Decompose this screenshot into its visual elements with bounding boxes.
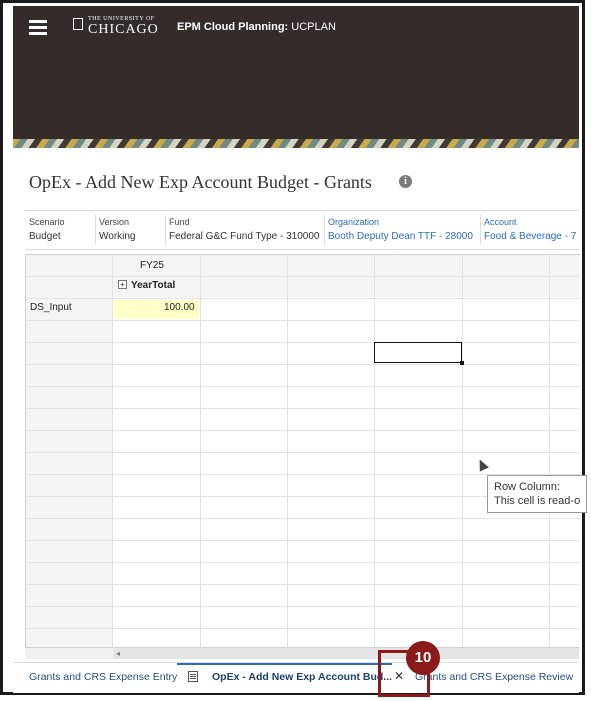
expand-icon[interactable]: + xyxy=(118,280,127,289)
scroll-left-icon[interactable]: ◂ xyxy=(116,649,120,658)
shield-icon xyxy=(73,18,83,30)
tab-opex-add-new[interactable]: OpEx - Add New Exp Account Bud... xyxy=(212,671,392,683)
form-icon xyxy=(188,671,198,682)
tab-grants-crs-expense-review[interactable]: Grants and CRS Expense Review xyxy=(415,671,573,683)
pov-scenario: Scenario Budget xyxy=(29,217,65,242)
data-grid[interactable]: FY25 + YearTotal DS_Input 100.00 xyxy=(25,254,580,650)
menu-icon[interactable] xyxy=(29,20,47,35)
tab-grants-crs-expense-entry[interactable]: Grants and CRS Expense Entry xyxy=(29,671,177,683)
col-header-fy25: FY25 xyxy=(140,260,164,271)
app-title: EPM Cloud Planning: UCPLAN xyxy=(177,21,336,33)
pov-version: Version Working xyxy=(99,217,136,242)
pov-organization[interactable]: Organization Booth Deputy Dean TTF - 280… xyxy=(328,217,473,242)
pov-account[interactable]: Account Food & Beverage - 7 xyxy=(484,217,576,242)
col-header-yeartotal[interactable]: YearTotal xyxy=(131,280,175,291)
row-header-ds-input: DS_Input xyxy=(30,302,72,313)
page-title: OpEx - Add New Exp Account Budget - Gran… xyxy=(29,172,372,192)
horizontal-scrollbar[interactable]: ◂ xyxy=(113,647,579,659)
cell-tooltip: Row Column: This cell is read-o xyxy=(487,475,587,513)
app-header: THE UNIVERSITY OF CHICAGO EPM Cloud Plan… xyxy=(13,6,579,148)
selected-cell[interactable] xyxy=(374,342,464,365)
callout-step-badge: 10 xyxy=(406,641,440,675)
tab-bar: Grants and CRS Expense Entry OpEx - Add … xyxy=(13,662,579,693)
pov-fund: Fund Federal G&C Fund Type - 310000 xyxy=(169,217,320,242)
info-icon[interactable]: i xyxy=(399,175,412,188)
banner-image xyxy=(13,139,579,148)
pov-bar: Scenario Budget Version Working Fund Fed… xyxy=(25,210,579,250)
cell-value[interactable]: 100.00 xyxy=(164,302,195,313)
